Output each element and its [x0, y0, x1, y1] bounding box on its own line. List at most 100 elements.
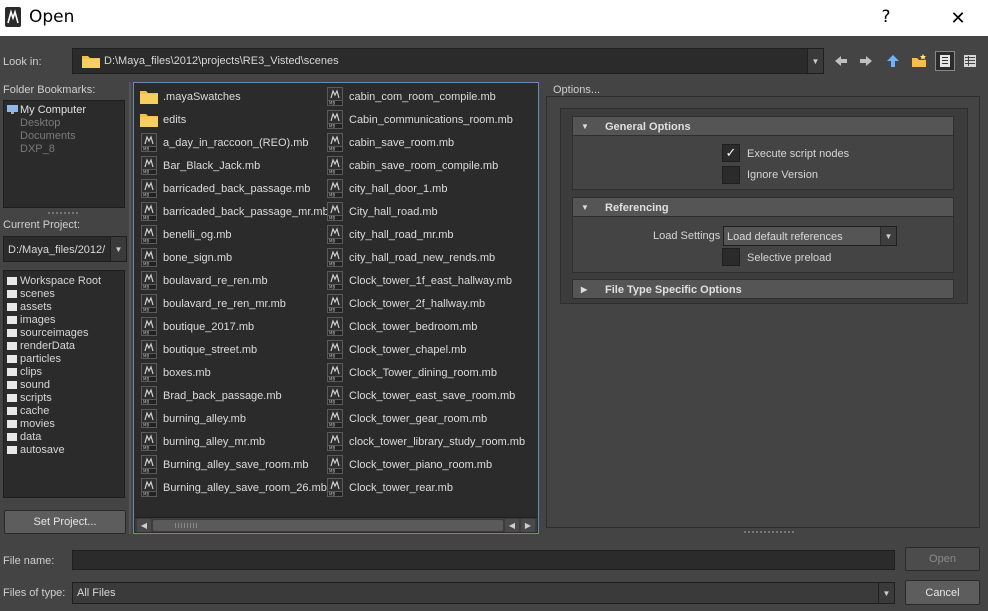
svg-text:MB: MB: [329, 423, 335, 428]
look-in-combo[interactable]: D:\Maya_files\2012\projects\RE3_Visted\s…: [72, 48, 824, 74]
svg-text:MB: MB: [329, 262, 335, 267]
bookmark-dxp8[interactable]: DXP_8: [4, 143, 124, 156]
list-item[interactable]: particles: [4, 353, 124, 366]
general-options-header[interactable]: ▼ General Options: [572, 116, 954, 136]
file-type-options-header[interactable]: ▶ File Type Specific Options: [572, 279, 954, 299]
set-project-button[interactable]: Set Project...: [4, 510, 126, 534]
file-name: a_day_in_raccoon_(REO).mb: [163, 137, 309, 149]
folder-icon: [7, 381, 17, 389]
list-view-icon[interactable]: [935, 51, 955, 71]
list-item[interactable]: clips: [4, 366, 124, 379]
scroll-left-icon[interactable]: ◀: [505, 519, 519, 532]
folder-icon: [7, 407, 17, 415]
collapse-triangle-icon: ▼: [581, 122, 589, 131]
window-title: Open: [29, 7, 75, 27]
scrollbar-thumb[interactable]: [153, 520, 503, 531]
close-button[interactable]: ✕: [940, 6, 976, 30]
svg-text:MB: MB: [143, 285, 149, 290]
bookmark-desktop[interactable]: Desktop: [4, 117, 124, 130]
svg-text:MB: MB: [329, 400, 335, 405]
file-name-input[interactable]: [72, 550, 895, 570]
file-list[interactable]: .mayaSwatches edits MB a_day_in_raccoon_(RE…: [133, 82, 539, 534]
list-item[interactable]: movies: [4, 418, 124, 431]
list-item[interactable]: Workspace Root: [4, 275, 124, 288]
svg-text:MB: MB: [329, 239, 335, 244]
selective-preload-checkbox[interactable]: [722, 248, 740, 266]
scroll-right-icon[interactable]: ▶: [521, 519, 535, 532]
ignore-version-checkbox[interactable]: [722, 166, 740, 184]
list-item[interactable]: data: [4, 431, 124, 444]
file-name: City_hall_road.mb: [349, 206, 438, 218]
list-item[interactable]: renderData: [4, 340, 124, 353]
current-project-combo[interactable]: D:/Maya_files/2012/ ▼: [3, 236, 127, 262]
ignore-version-label: Ignore Version: [747, 169, 818, 181]
maya-file-icon: MB: [141, 340, 157, 359]
list-item[interactable]: sourceimages: [4, 327, 124, 340]
splitter-handle[interactable]: [744, 531, 794, 533]
load-settings-label: Load Settings: [653, 230, 721, 242]
file-name: Brad_back_passage.mb: [163, 390, 282, 402]
options-label: Options...: [553, 84, 601, 96]
folder-icon: [7, 355, 17, 363]
workspace-folder-list[interactable]: Workspace Root scenes assets images sour…: [3, 270, 125, 498]
referencing-header[interactable]: ▼ Referencing: [572, 197, 954, 217]
chevron-down-icon[interactable]: ▼: [807, 49, 823, 73]
bookmarks-list[interactable]: My Computer Desktop Documents DXP_8: [3, 100, 125, 208]
svg-text:MB: MB: [143, 308, 149, 313]
list-item[interactable]: images: [4, 314, 124, 327]
maya-file-icon: MB: [327, 409, 343, 428]
maya-file-icon: MB: [327, 317, 343, 336]
maya-file-icon: MB: [141, 432, 157, 451]
maya-file-icon: MB: [327, 294, 343, 313]
back-arrow-icon[interactable]: [832, 52, 850, 70]
new-folder-icon[interactable]: [910, 52, 928, 70]
splitter-handle[interactable]: [129, 82, 131, 534]
help-button[interactable]: ?: [876, 7, 896, 27]
cancel-button[interactable]: Cancel: [905, 580, 980, 605]
svg-text:MB: MB: [143, 469, 149, 474]
maya-file-icon: MB: [141, 455, 157, 474]
load-settings-dropdown[interactable]: Load default references ▼: [723, 226, 897, 246]
open-button[interactable]: Open: [905, 547, 980, 571]
file-name: burning_alley_mr.mb: [163, 436, 266, 448]
file-name: Clock_tower_gear_room.mb: [349, 413, 488, 425]
maya-app-icon: [5, 7, 21, 27]
list-item[interactable]: assets: [4, 301, 124, 314]
chevron-down-icon[interactable]: ▼: [880, 227, 896, 245]
file-name: Clock_tower_bedroom.mb: [349, 321, 478, 333]
folder-icon: [7, 277, 17, 285]
scroll-left-icon[interactable]: ◀: [137, 519, 151, 532]
file-name: Clock_tower_piano_room.mb: [349, 459, 493, 471]
file-name: Clock_tower_chapel.mb: [349, 344, 467, 356]
maya-file-icon: MB: [327, 386, 343, 405]
chevron-down-icon[interactable]: ▼: [110, 237, 126, 261]
list-item[interactable]: autosave: [4, 444, 124, 457]
bookmark-my-computer[interactable]: My Computer: [4, 104, 124, 117]
expand-triangle-icon: ▶: [581, 285, 588, 294]
chevron-down-icon[interactable]: ▼: [878, 583, 894, 603]
file-name: Burning_alley_save_room_26.mb: [163, 482, 327, 494]
svg-text:MB: MB: [143, 377, 149, 382]
file-name: Bar_Black_Jack.mb: [163, 160, 261, 172]
svg-text:MB: MB: [329, 377, 335, 382]
execute-script-nodes-checkbox[interactable]: ✓: [722, 144, 740, 162]
detail-view-icon[interactable]: [961, 52, 979, 70]
maya-file-icon: MB: [327, 110, 343, 129]
up-folder-icon[interactable]: [884, 52, 902, 70]
horizontal-scrollbar[interactable]: ◀ ◀ ▶: [135, 517, 537, 532]
forward-arrow-icon[interactable]: [857, 52, 875, 70]
folder-icon: [7, 394, 17, 402]
files-of-type-dropdown[interactable]: All Files ▼: [72, 582, 895, 604]
folder-icon: [7, 342, 17, 350]
maya-file-icon: MB: [327, 340, 343, 359]
list-item[interactable]: sound: [4, 379, 124, 392]
list-item[interactable]: scripts: [4, 392, 124, 405]
folder-icon: [7, 368, 17, 376]
bookmark-documents[interactable]: Documents: [4, 130, 124, 143]
splitter-handle[interactable]: [48, 212, 78, 214]
svg-text:MB: MB: [329, 285, 335, 290]
list-item[interactable]: cache: [4, 405, 124, 418]
list-item[interactable]: scenes: [4, 288, 124, 301]
folder-icon: [7, 316, 17, 324]
file-name: .mayaSwatches: [163, 91, 241, 103]
